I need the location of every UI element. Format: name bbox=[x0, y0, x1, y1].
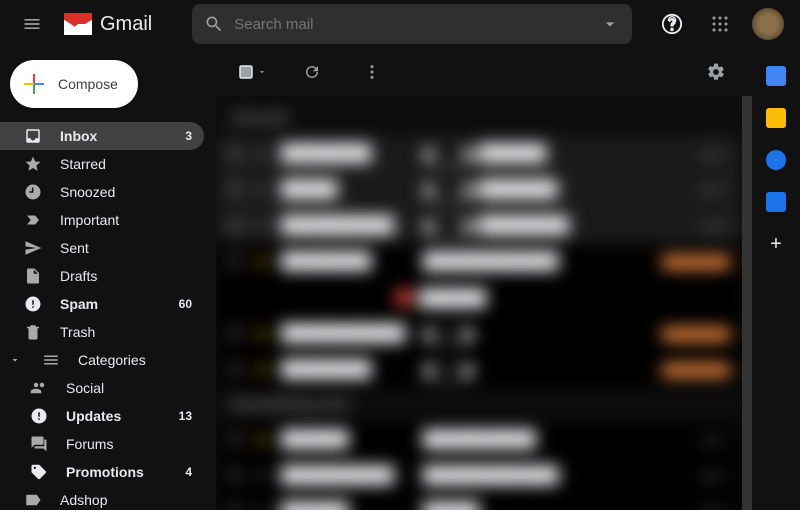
avatar[interactable] bbox=[748, 4, 788, 44]
refresh-icon[interactable] bbox=[292, 52, 332, 92]
mail-row[interactable]: ☐★████████████████████ bbox=[216, 352, 742, 388]
sidebar: Compose Inbox 3 Starred Snoozed Importan… bbox=[0, 48, 216, 510]
sidebar-item-drafts[interactable]: Drafts bbox=[0, 262, 204, 290]
search-bar[interactable] bbox=[192, 4, 632, 44]
search-input[interactable] bbox=[234, 16, 600, 33]
logo-text: Gmail bbox=[100, 13, 152, 36]
mail-list[interactable]: Unread ☐☆████████████ ██████Apr 7 ☐☆████… bbox=[216, 96, 752, 510]
sidebar-item-starred[interactable]: Starred bbox=[0, 150, 204, 178]
sidebar-item-adshop[interactable]: Adshop bbox=[0, 486, 204, 510]
mail-row[interactable]: ☐★███████████████████████ bbox=[216, 316, 742, 352]
apps-icon[interactable] bbox=[700, 4, 740, 44]
sidebar-item-count: 13 bbox=[179, 409, 192, 423]
social-icon bbox=[30, 379, 48, 397]
sidebar-item-label: Spam bbox=[60, 296, 161, 312]
keep-icon[interactable] bbox=[766, 108, 786, 128]
gmail-icon bbox=[64, 13, 92, 35]
sidebar-item-label: Starred bbox=[60, 156, 192, 172]
sidebar-item-label: Adshop bbox=[60, 492, 192, 508]
calendar-icon[interactable] bbox=[766, 66, 786, 86]
star-icon bbox=[24, 155, 42, 173]
addons-plus-icon[interactable]: + bbox=[766, 234, 786, 254]
mail-row[interactable]: ☐☆██████████████████████Apr 7 bbox=[216, 458, 742, 494]
plus-icon bbox=[24, 74, 44, 94]
sidebar-item-label: Important bbox=[60, 212, 192, 228]
mail-row[interactable]: ☐☆█████████ ███████Apr 7 bbox=[216, 172, 742, 208]
sidebar-item-label: Promotions bbox=[66, 464, 167, 480]
sent-icon bbox=[24, 239, 42, 257]
mail-row[interactable]: ☐★████████████████████████████ bbox=[216, 244, 742, 280]
sidebar-item-updates[interactable]: Updates 13 bbox=[0, 402, 204, 430]
sidebar-item-promotions[interactable]: Promotions 4 bbox=[0, 458, 204, 486]
sidebar-item-spam[interactable]: Spam 60 bbox=[0, 290, 204, 318]
spam-icon bbox=[24, 295, 42, 313]
trash-icon bbox=[24, 323, 42, 341]
main: Unread ☐☆████████████ ██████Apr 7 ☐☆████… bbox=[216, 48, 752, 510]
sidebar-item-sent[interactable]: Sent bbox=[0, 234, 204, 262]
mail-row[interactable]: ☐☆████████████ ██████Apr 7 bbox=[216, 136, 742, 172]
sidebar-item-social[interactable]: Social bbox=[0, 374, 204, 402]
compose-button[interactable]: Compose bbox=[10, 60, 138, 108]
sidebar-item-important[interactable]: Important bbox=[0, 206, 204, 234]
mail-row[interactable]: ☐☆███████████Apr 6 bbox=[216, 494, 742, 510]
sidebar-item-inbox[interactable]: Inbox 3 bbox=[0, 122, 204, 150]
sidebar-item-forums[interactable]: Forums bbox=[0, 430, 204, 458]
promotions-icon bbox=[30, 463, 48, 481]
label-icon bbox=[24, 491, 42, 509]
drafts-icon bbox=[24, 267, 42, 285]
tasks-icon[interactable] bbox=[766, 150, 786, 170]
mail-row[interactable]: 🔴 ██████ bbox=[216, 280, 742, 316]
help-icon[interactable] bbox=[652, 4, 692, 44]
categories-icon bbox=[42, 351, 60, 369]
sidebar-item-label: Updates bbox=[66, 408, 161, 424]
sidebar-item-label: Inbox bbox=[60, 128, 167, 144]
sidebar-item-snoozed[interactable]: Snoozed bbox=[0, 178, 204, 206]
clock-icon bbox=[24, 183, 42, 201]
contacts-icon[interactable] bbox=[766, 192, 786, 212]
important-icon bbox=[24, 211, 42, 229]
select-all-checkbox[interactable] bbox=[232, 52, 272, 92]
dropdown-icon[interactable] bbox=[600, 14, 620, 34]
compose-label: Compose bbox=[58, 76, 118, 92]
menu-icon[interactable] bbox=[12, 4, 52, 44]
sidebar-item-label: Snoozed bbox=[60, 184, 192, 200]
sidebar-item-categories[interactable]: Categories bbox=[0, 346, 204, 374]
header: Gmail bbox=[0, 0, 800, 48]
settings-icon[interactable] bbox=[696, 52, 736, 92]
forums-icon bbox=[30, 435, 48, 453]
toolbar bbox=[216, 48, 752, 96]
mail-row[interactable]: ☐☆██████████████ ████████Apr 6 bbox=[216, 208, 742, 244]
inbox-icon bbox=[24, 127, 42, 145]
logo[interactable]: Gmail bbox=[60, 13, 156, 36]
side-panel: + bbox=[752, 48, 800, 510]
chevron-down-icon bbox=[6, 351, 24, 369]
section-header: Everything else bbox=[216, 388, 742, 422]
sidebar-item-count: 3 bbox=[185, 129, 192, 143]
more-icon[interactable] bbox=[352, 52, 392, 92]
sidebar-item-label: Drafts bbox=[60, 268, 192, 284]
sidebar-item-count: 60 bbox=[179, 297, 192, 311]
sidebar-item-label: Sent bbox=[60, 240, 192, 256]
sidebar-item-label: Trash bbox=[60, 324, 192, 340]
mail-row[interactable]: ☐★████████████████Apr 7 bbox=[216, 422, 742, 458]
sidebar-item-label: Social bbox=[66, 380, 192, 396]
updates-icon bbox=[30, 407, 48, 425]
sidebar-item-label: Forums bbox=[66, 436, 192, 452]
section-header: Unread bbox=[216, 102, 742, 136]
sidebar-item-label: Categories bbox=[78, 352, 192, 368]
search-icon bbox=[204, 14, 224, 34]
sidebar-item-count: 4 bbox=[185, 465, 192, 479]
sidebar-item-trash[interactable]: Trash bbox=[0, 318, 204, 346]
